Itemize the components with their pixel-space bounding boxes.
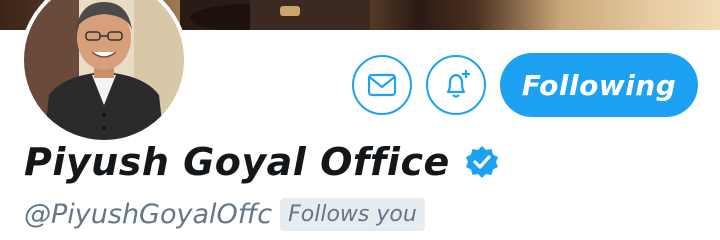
profile-display-name: Piyush Goyal Office [24, 140, 450, 184]
verified-badge-icon [464, 144, 500, 180]
message-button[interactable] [352, 55, 412, 115]
envelope-icon [367, 73, 397, 97]
profile-handle: @PiyushGoyalOffc [24, 199, 273, 230]
follows-you-badge: Follows you [280, 198, 425, 231]
following-button[interactable]: Following [500, 53, 698, 117]
profile-handle-row: @PiyushGoyalOffc Follows you [24, 198, 425, 231]
profile-avatar[interactable] [20, 0, 188, 144]
profile-name-row: Piyush Goyal Office [24, 140, 500, 184]
notifications-button[interactable] [426, 55, 486, 115]
profile-header: Following Piyush Goyal Office @PiyushGoy… [0, 0, 720, 240]
profile-actions: Following [352, 53, 698, 117]
bell-plus-icon [446, 70, 470, 98]
banner-figure-arm [250, 0, 370, 30]
